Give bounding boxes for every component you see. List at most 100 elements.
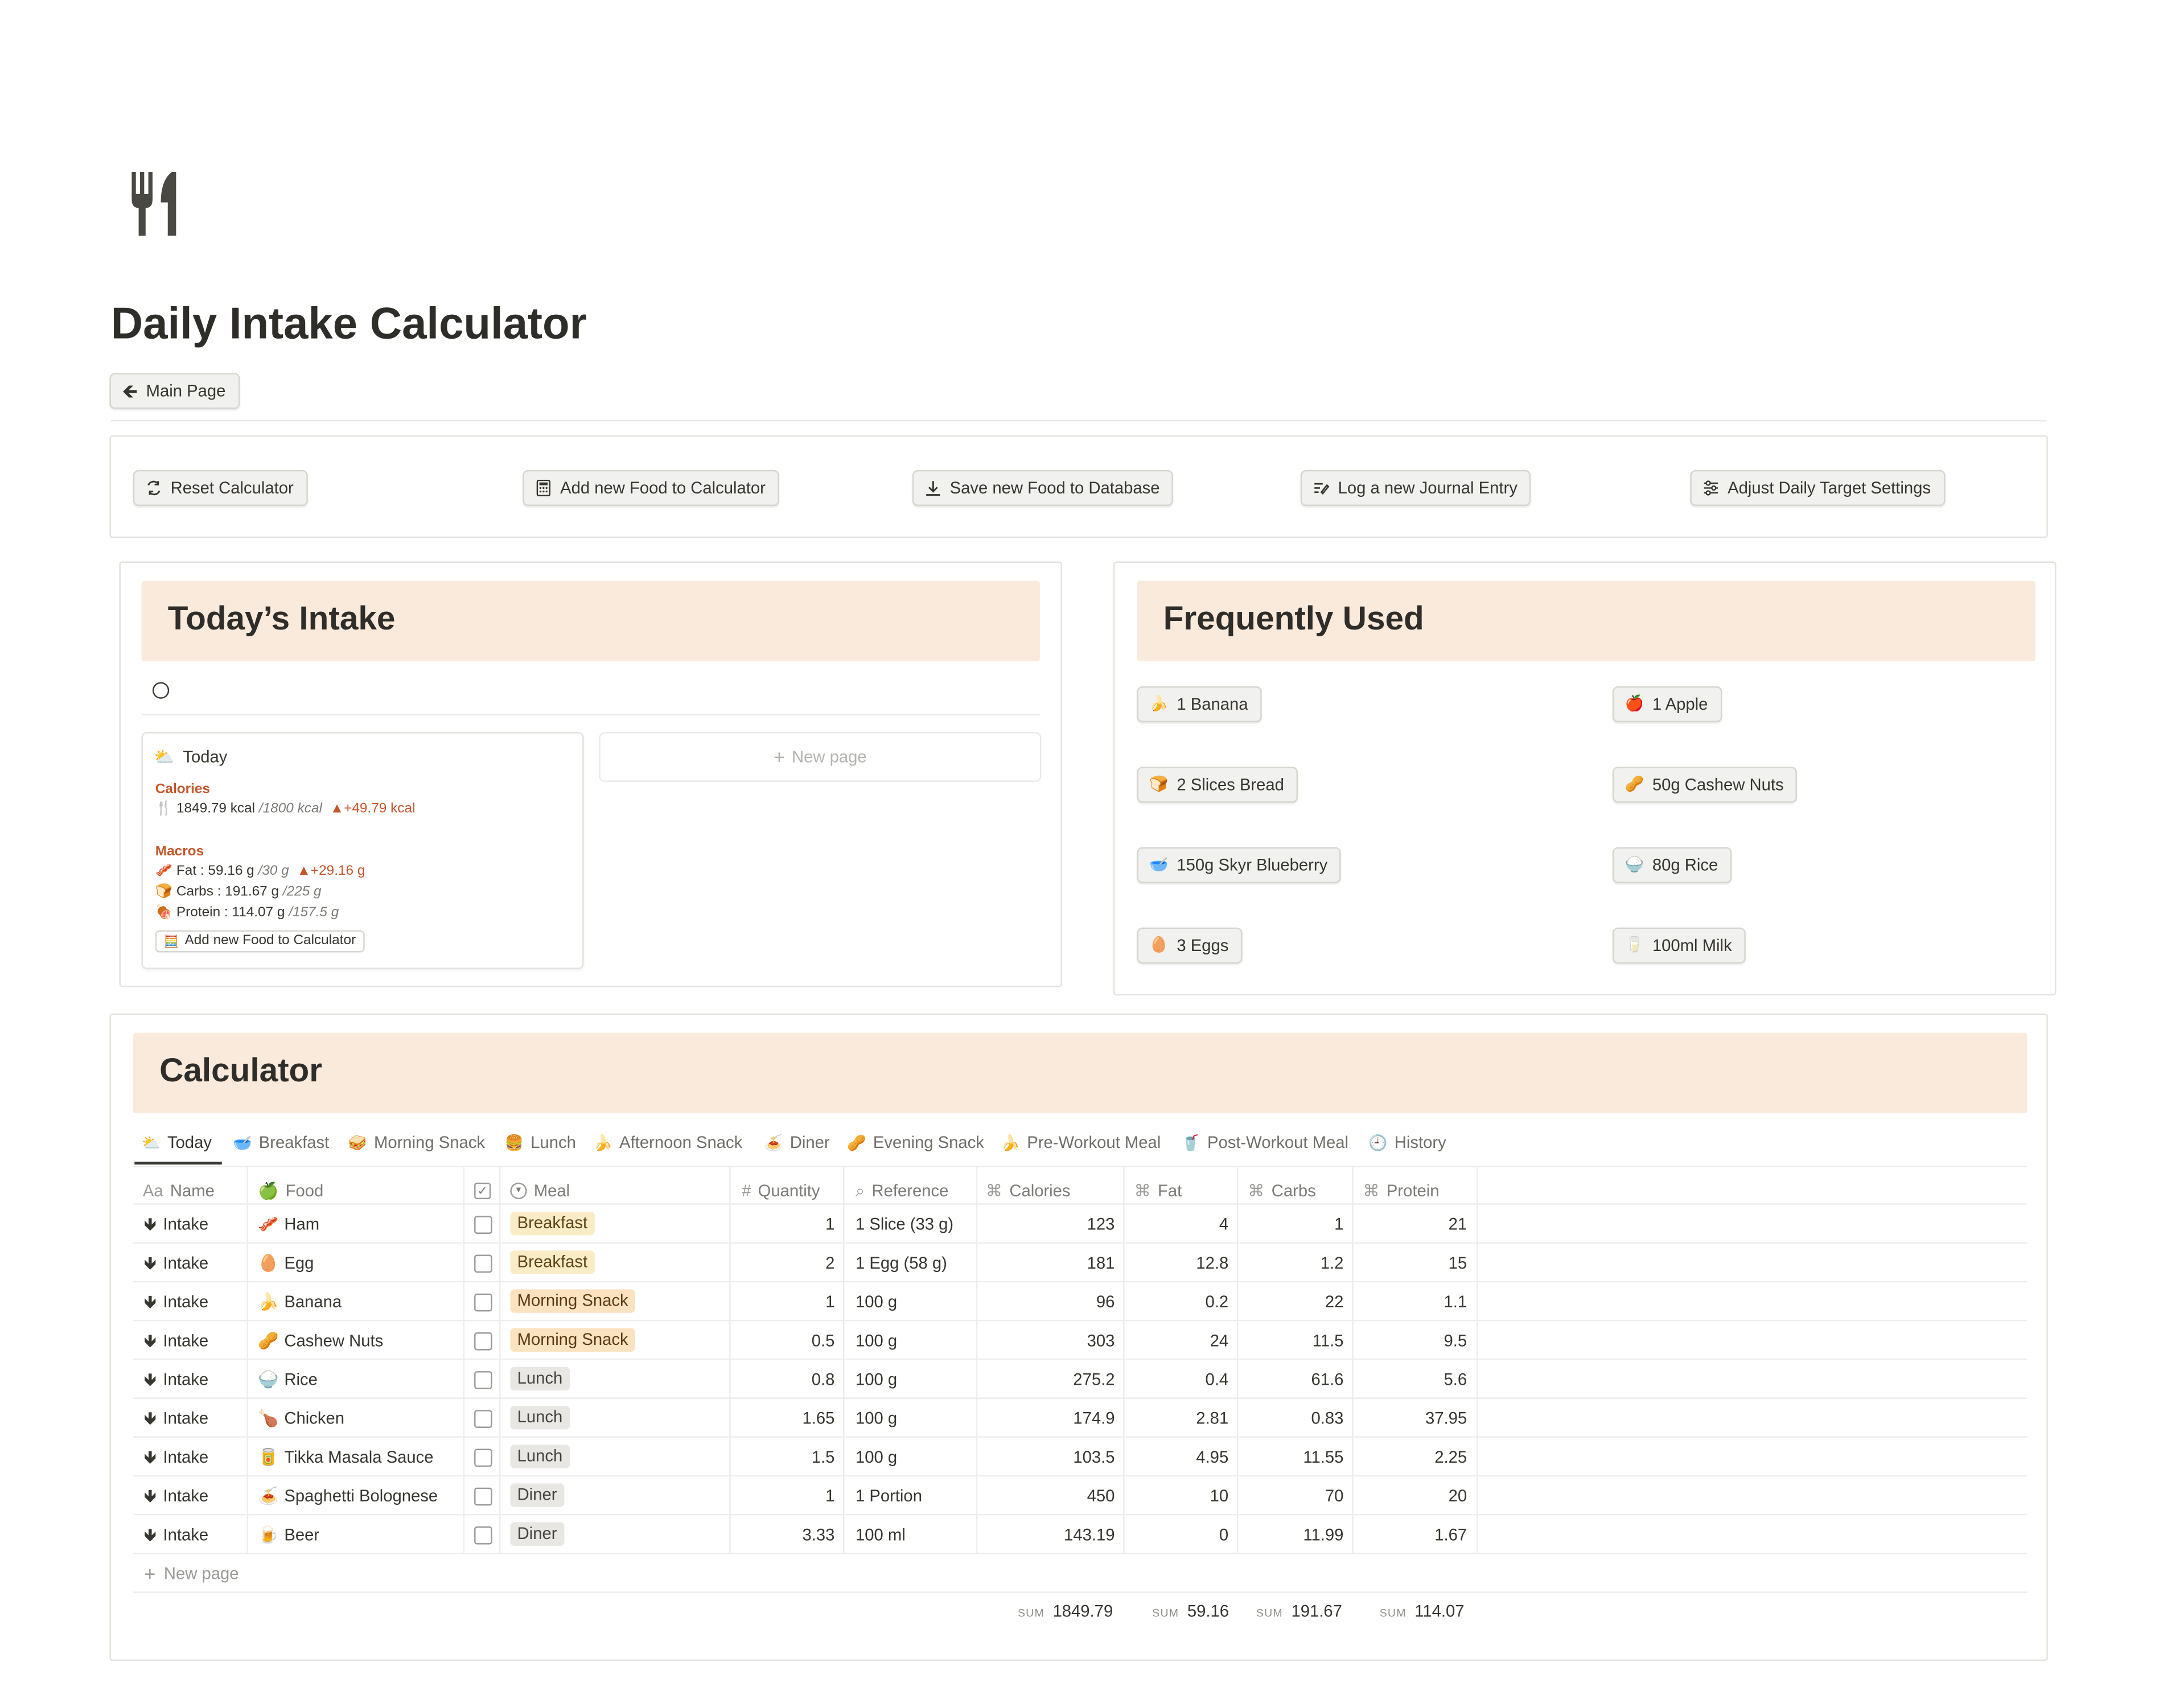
new-page-card[interactable]: + New page (599, 732, 1042, 782)
row-food[interactable]: 🍗 Chicken (258, 1407, 344, 1429)
row-name[interactable]: 🡻 Intake (144, 1524, 208, 1546)
row-food[interactable]: 🥜 Cashew Nuts (258, 1330, 383, 1352)
row-protein[interactable]: 15 (1358, 1252, 1467, 1274)
row-carbs[interactable]: 11.99 (1243, 1524, 1343, 1546)
sum-carbs[interactable]: SUM 191.67 (1256, 1601, 1342, 1620)
tab-today[interactable]: ⛅ Today (141, 1133, 212, 1152)
tab-diner[interactable]: 🍝 Diner (764, 1133, 829, 1152)
row-reference[interactable]: 1 Portion (856, 1485, 922, 1507)
row-carbs[interactable]: 22 (1243, 1291, 1344, 1313)
row-checkbox[interactable] (474, 1254, 492, 1273)
row-meal[interactable]: Lunch (510, 1367, 570, 1391)
tab-post-workout-meal[interactable]: 🥤 Post-Workout Meal (1181, 1133, 1348, 1152)
row-checkbox[interactable] (474, 1526, 492, 1545)
row-name[interactable]: 🡻 Intake (144, 1485, 208, 1507)
row-fat[interactable]: 0.4 (1129, 1368, 1229, 1390)
row-food[interactable]: 🥚 Egg (258, 1252, 314, 1274)
row-quantity[interactable]: 1.65 (735, 1407, 835, 1429)
sum-calories[interactable]: SUM 1849.79 (1018, 1601, 1113, 1620)
row-quantity[interactable]: 1.5 (735, 1446, 835, 1468)
card-add-food-button[interactable]: 🧮 Add new Food to Calculator (155, 930, 364, 953)
row-meal[interactable]: Diner (510, 1522, 564, 1546)
row-reference[interactable]: 100 g (856, 1291, 897, 1313)
row-meal[interactable]: Breakfast (510, 1250, 595, 1274)
row-quantity[interactable]: 0.8 (735, 1368, 835, 1390)
row-protein[interactable]: 1.67 (1358, 1524, 1467, 1546)
row-quantity[interactable]: 1 (735, 1213, 834, 1235)
row-name[interactable]: 🡻 Intake (144, 1252, 208, 1274)
row-carbs[interactable]: 11.5 (1243, 1330, 1344, 1352)
row-name[interactable]: 🡻 Intake (144, 1368, 208, 1390)
row-fat[interactable]: 4 (1129, 1213, 1228, 1235)
row-fat[interactable]: 0 (1129, 1524, 1228, 1546)
adjust-targets-button[interactable]: Adjust Daily Target Settings (1690, 470, 1945, 507)
row-reference[interactable]: 100 g (856, 1407, 897, 1429)
row-reference[interactable]: 100 g (856, 1446, 897, 1468)
row-checkbox[interactable] (474, 1332, 492, 1351)
row-checkbox[interactable] (474, 1448, 492, 1467)
row-reference[interactable]: 100 ml (856, 1524, 906, 1546)
row-name[interactable]: 🡻 Intake (144, 1291, 208, 1313)
row-name[interactable]: 🡻 Intake (144, 1446, 208, 1468)
row-reference[interactable]: 1 Egg (58 g) (856, 1252, 947, 1274)
row-meal[interactable]: Breakfast (510, 1211, 595, 1236)
row-protein[interactable]: 2.25 (1358, 1446, 1467, 1468)
row-meal[interactable]: Morning Snack (510, 1328, 635, 1352)
row-carbs[interactable]: 1 (1243, 1213, 1343, 1235)
row-calories[interactable]: 143.19 (982, 1524, 1115, 1546)
frequent-item-button[interactable]: 🍚 80g Rice (1612, 847, 1732, 883)
row-carbs[interactable]: 1.2 (1243, 1252, 1344, 1274)
tab-history[interactable]: 🕘 History (1368, 1133, 1446, 1152)
sum-protein[interactable]: SUM 114.07 (1380, 1601, 1465, 1620)
log-journal-button[interactable]: Log a new Journal Entry (1300, 470, 1532, 507)
row-name[interactable]: 🡻 Intake (144, 1330, 208, 1352)
row-protein[interactable]: 37.95 (1358, 1407, 1467, 1429)
row-food[interactable]: 🥫 Tikka Masala Sauce (258, 1446, 433, 1468)
row-food[interactable]: 🥓 Ham (258, 1213, 319, 1235)
row-name[interactable]: 🡻 Intake (144, 1407, 208, 1429)
row-checkbox[interactable] (474, 1293, 492, 1312)
row-carbs[interactable]: 61.6 (1243, 1368, 1343, 1390)
frequent-item-button[interactable]: 🍎 1 Apple (1612, 686, 1722, 723)
row-food[interactable]: 🍚 Rice (258, 1368, 318, 1390)
row-protein[interactable]: 9.5 (1358, 1330, 1467, 1352)
reset-calculator-button[interactable]: Reset Calculator (133, 470, 308, 507)
row-fat[interactable]: 10 (1129, 1485, 1229, 1507)
row-calories[interactable]: 181 (982, 1252, 1115, 1274)
row-reference[interactable]: 100 g (856, 1330, 897, 1352)
row-meal[interactable]: Lunch (510, 1406, 570, 1430)
row-reference[interactable]: 100 g (856, 1368, 897, 1390)
frequent-item-button[interactable]: 🥚 3 Eggs (1137, 927, 1243, 964)
frequent-item-button[interactable]: 🍌 1 Banana (1137, 686, 1262, 723)
add-food-button[interactable]: Add new Food to Calculator (523, 470, 780, 507)
tab-breakfast[interactable]: 🥣 Breakfast (233, 1133, 329, 1152)
tab-lunch[interactable]: 🍔 Lunch (505, 1133, 576, 1152)
row-meal[interactable]: Morning Snack (510, 1289, 635, 1313)
row-protein[interactable]: 5.6 (1358, 1368, 1467, 1390)
row-meal[interactable]: Diner (510, 1483, 564, 1507)
board-view-icon[interactable] (152, 682, 170, 699)
row-quantity[interactable]: 0.5 (735, 1330, 835, 1352)
row-fat[interactable]: 24 (1129, 1330, 1229, 1352)
row-checkbox[interactable] (474, 1410, 492, 1428)
row-quantity[interactable]: 1 (735, 1291, 834, 1313)
row-checkbox[interactable] (474, 1371, 492, 1389)
row-protein[interactable]: 21 (1358, 1213, 1467, 1235)
row-protein[interactable]: 20 (1358, 1485, 1467, 1507)
row-calories[interactable]: 303 (982, 1330, 1115, 1352)
row-reference[interactable]: 1 Slice (33 g) (856, 1213, 953, 1235)
tab-pre-workout-meal[interactable]: 🍌 Pre-Workout Meal (1001, 1133, 1161, 1152)
tab-morning-snack[interactable]: 🥪 Morning Snack (348, 1133, 485, 1152)
row-fat[interactable]: 4.95 (1129, 1446, 1228, 1468)
frequent-item-button[interactable]: 🍞 2 Slices Bread (1137, 767, 1298, 803)
row-carbs[interactable]: 0.83 (1243, 1407, 1343, 1429)
row-food[interactable]: 🍝 Spaghetti Bolognese (258, 1485, 438, 1507)
frequent-item-button[interactable]: 🥣 150g Skyr Blueberry (1137, 847, 1342, 883)
row-calories[interactable]: 103.5 (982, 1446, 1115, 1468)
row-calories[interactable]: 450 (982, 1485, 1115, 1507)
row-name[interactable]: 🡻 Intake (144, 1213, 208, 1235)
row-protein[interactable]: 1.1 (1358, 1291, 1467, 1313)
frequent-item-button[interactable]: 🥛 100ml Milk (1612, 927, 1746, 964)
row-calories[interactable]: 123 (982, 1213, 1115, 1235)
row-calories[interactable]: 96 (982, 1291, 1115, 1313)
